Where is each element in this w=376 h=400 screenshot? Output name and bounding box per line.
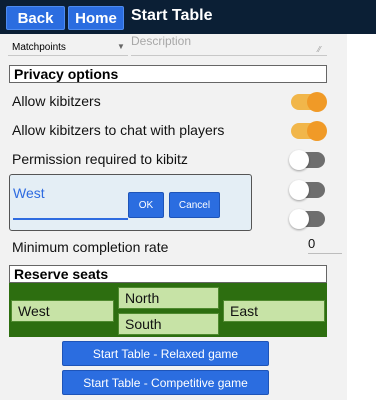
start-competitive-button[interactable]: Start Table - Competitive game	[62, 370, 269, 395]
scoring-select[interactable]: Matchpoints	[12, 42, 66, 53]
min-completion-label: Minimum completion rate	[12, 239, 169, 255]
page-title: Start Table	[131, 7, 213, 24]
min-completion-input[interactable]: 0	[308, 236, 315, 251]
reserve-seats-header: Reserve seats	[9, 265, 327, 283]
toggle-knob	[307, 121, 327, 141]
allow-kibitzer-chat-label: Allow kibitzers to chat with players	[12, 122, 225, 138]
allow-kibitzer-chat-toggle[interactable]	[291, 121, 327, 141]
allow-kibitzers-label: Allow kibitzers	[12, 93, 101, 109]
seat-name-input[interactable]	[13, 184, 128, 220]
allow-kibitzers-toggle[interactable]	[291, 92, 327, 112]
home-button[interactable]: Home	[68, 6, 124, 30]
description-underline	[131, 55, 327, 56]
privacy-options-header: Privacy options	[9, 65, 327, 83]
toggle-knob	[289, 180, 309, 200]
back-button[interactable]: Back	[6, 6, 65, 30]
option-toggle-4[interactable]	[289, 180, 325, 200]
permission-required-toggle[interactable]	[289, 150, 325, 170]
seat-north-button[interactable]: North	[118, 287, 219, 309]
cancel-button[interactable]: Cancel	[169, 192, 220, 218]
description-field[interactable]: Description	[131, 34, 191, 48]
dropdown-caret-icon[interactable]: ▼	[117, 42, 125, 51]
option-toggle-5[interactable]	[289, 209, 325, 229]
seat-input-dialog: OK Cancel	[9, 174, 252, 231]
toggle-knob	[289, 209, 309, 229]
toggle-knob	[289, 150, 309, 170]
seat-east-button[interactable]: East	[223, 300, 325, 322]
toggle-knob	[307, 92, 327, 112]
min-completion-underline	[308, 253, 342, 254]
start-relaxed-button[interactable]: Start Table - Relaxed game	[62, 341, 269, 366]
scoring-underline	[8, 55, 128, 56]
seat-west-button[interactable]: West	[11, 300, 114, 322]
permission-required-label: Permission required to kibitz	[12, 151, 188, 167]
ok-button[interactable]: OK	[128, 192, 164, 218]
top-bar: Back Home Start Table	[0, 0, 376, 34]
seat-south-button[interactable]: South	[118, 313, 219, 335]
resize-handle-icon[interactable]: ⁄⁄	[318, 45, 321, 54]
